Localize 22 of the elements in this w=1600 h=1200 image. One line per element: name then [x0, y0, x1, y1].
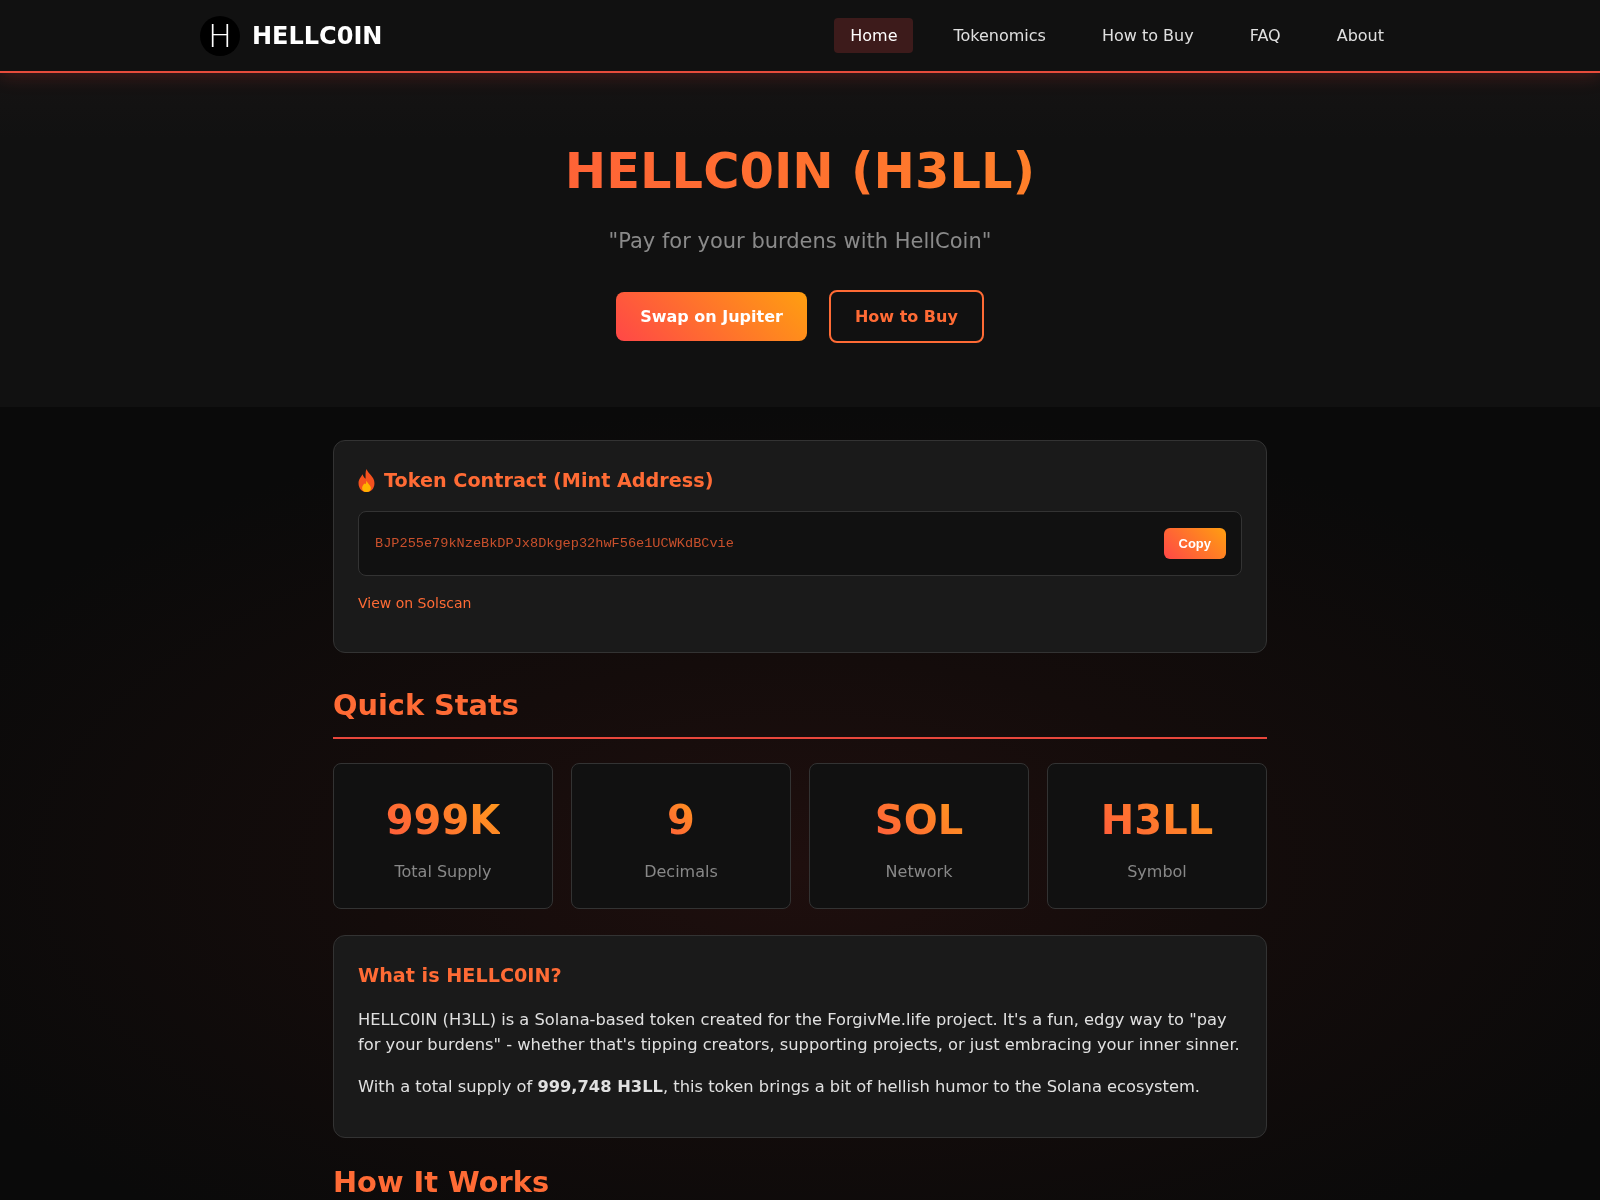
contract-address: BJP255e79kNzeBkDPJx8Dkgep32hwF56e1UCWKdBCvie [375, 536, 734, 551]
outline-button[interactable]: How to Buy [828, 290, 984, 343]
paragraph: With a total supply of 999,748 H3LL, this token brings a bit of hellish humor to the Solana ecosystem. [358, 1075, 1201, 1098]
logo-mark: H [200, 15, 240, 56]
stat-label: Decimals [644, 861, 718, 881]
card-title: What is HELLC0IN? [358, 963, 562, 987]
nav-link[interactable]: Home [834, 18, 914, 53]
card-title: Token Contract (Mint Address) [384, 469, 714, 492]
stat-label: Network [885, 861, 953, 881]
paragraph: HELLC0IN (H3LL) is a Solana-based token created for the ForgivMe.life project. It's a fun, edgy way to "pay for your burdens" - whether that's tipping creators, supporting projects, or just embracing your inner sinner. [358, 1008, 1241, 1057]
tagline: "Pay for your burdens with HellCoin" [608, 229, 992, 253]
nav-link[interactable]: FAQ [1233, 18, 1297, 53]
stat-label: Symbol [1127, 861, 1187, 881]
nav-link[interactable]: Tokenomics [937, 18, 1062, 53]
section-heading: How It Works [333, 1168, 550, 1198]
nav-link[interactable]: About [1320, 18, 1400, 53]
brand-name: HELLC0IN [252, 21, 383, 50]
stat-label: Total Supply [394, 861, 492, 881]
section-heading: Quick Stats [333, 688, 519, 723]
fire-icon [358, 469, 375, 492]
nav-link[interactable]: How to Buy [1085, 18, 1210, 53]
solscan-link[interactable]: View on Solscan [358, 595, 472, 611]
